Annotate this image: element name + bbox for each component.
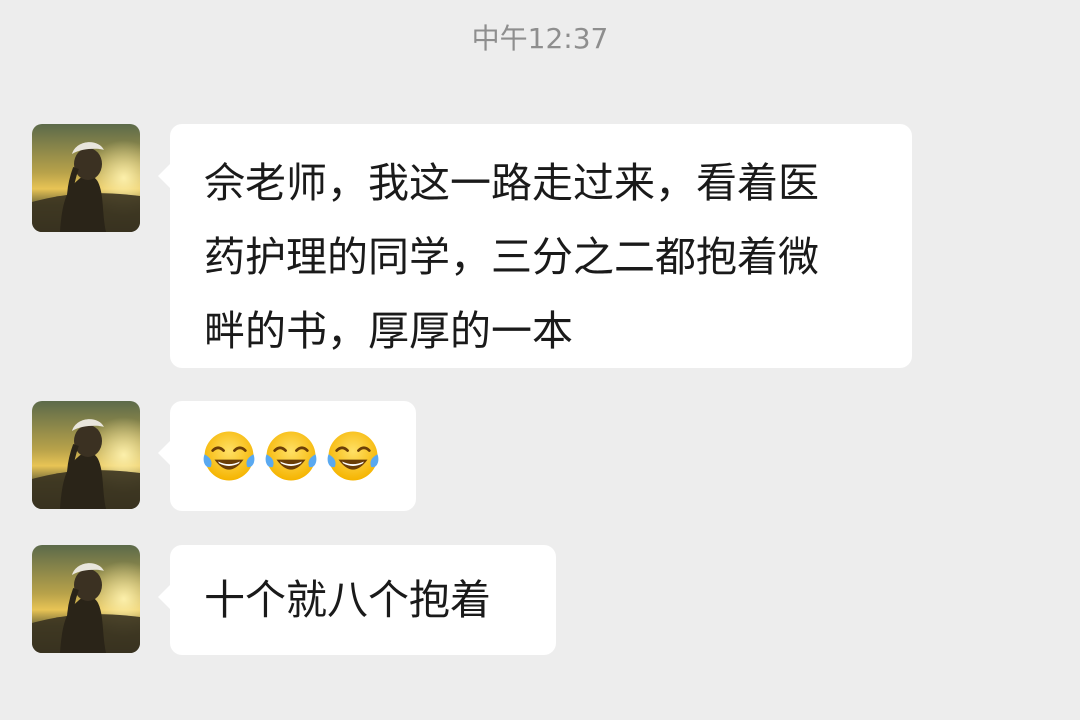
avatar-image: [32, 124, 140, 232]
message-text-line: 十个就八个抱着: [204, 576, 491, 624]
face-with-tears-of-joy-icon: [262, 427, 320, 485]
message-row: 佘老师，我这一路走过来，看着医 药护理的同学，三分之二都抱着微 畔的书，厚厚的一…: [32, 124, 912, 368]
message-text-line: 佘老师，我这一路走过来，看着医: [204, 159, 819, 207]
message-bubble[interactable]: 佘老师，我这一路走过来，看着医 药护理的同学，三分之二都抱着微 畔的书，厚厚的一…: [158, 124, 912, 368]
emoji-group: [200, 419, 386, 493]
face-with-tears-of-joy-icon: [324, 427, 382, 485]
message-text-line: 药护理的同学，三分之二都抱着微: [204, 233, 819, 281]
message-bubble[interactable]: [158, 401, 416, 511]
message-row: [32, 401, 416, 511]
message-bubble[interactable]: 十个就八个抱着: [158, 545, 556, 655]
timestamp: 中午12:37: [471, 22, 609, 55]
message-row: 十个就八个抱着: [32, 545, 556, 655]
avatar-image: [32, 401, 140, 509]
message-text-line: 畔的书，厚厚的一本: [204, 307, 573, 355]
avatar[interactable]: [32, 124, 140, 232]
face-with-tears-of-joy-icon: [200, 427, 258, 485]
avatar[interactable]: [32, 401, 140, 509]
avatar-image: [32, 545, 140, 653]
avatar[interactable]: [32, 545, 140, 653]
